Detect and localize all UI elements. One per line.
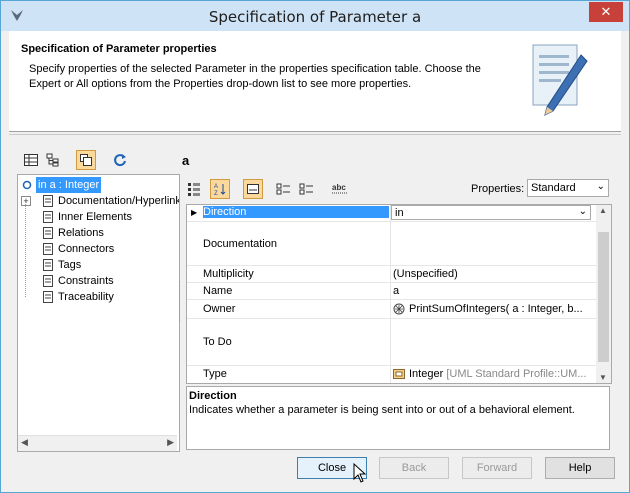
tree-item-label: Connectors — [58, 243, 115, 255]
pane-splitter[interactable] — [179, 281, 183, 321]
tree-item-label: Tags — [58, 259, 82, 271]
tree-item-label: Traceability — [58, 291, 114, 303]
property-grid: ▶ Direction in ⌄ Documentation Multiplic… — [186, 204, 612, 384]
property-name: To Do — [203, 336, 232, 348]
property-value[interactable]: Integer [UML Standard Profile::UM... — [409, 368, 595, 380]
properties-dropdown[interactable]: Standard ⌄ — [527, 179, 609, 197]
refresh-icon[interactable] — [110, 150, 130, 170]
property-row-multiplicity[interactable]: Multiplicity (Unspecified) — [187, 266, 597, 283]
description-box: Direction Indicates whether a parameter … — [186, 386, 610, 450]
forward-button[interactable]: Forward — [462, 457, 532, 479]
property-row-todo[interactable]: To Do — [187, 319, 597, 366]
help-button[interactable]: Help — [545, 457, 615, 479]
type-value: Integer — [409, 368, 444, 380]
tree-item-label: Inner Elements — [58, 211, 132, 223]
tree-item-label: Constraints — [58, 275, 114, 287]
parameter-icon — [22, 180, 32, 190]
document-pencil-icon — [532, 44, 588, 116]
property-row-documentation[interactable]: Documentation — [187, 222, 597, 266]
header-title: Specification of Parameter properties — [21, 43, 217, 55]
properties-panel: AZ abc Properties: Standard ⌄ ▶ Directio… — [184, 174, 614, 450]
expand-all-icon[interactable] — [274, 179, 294, 199]
specification-dialog: Specification of Parameter a ✕ Specifica… — [0, 0, 630, 493]
property-row-direction[interactable]: ▶ Direction in ⌄ — [187, 205, 597, 222]
scroll-thumb[interactable] — [598, 232, 609, 362]
properties-dropdown-value: Standard — [531, 182, 576, 194]
row-marker-icon: ▶ — [191, 208, 198, 217]
description-title: Direction — [189, 390, 237, 402]
element-name: a — [182, 153, 190, 168]
page-icon — [43, 195, 53, 207]
categorized-view-icon[interactable] — [184, 179, 204, 199]
property-name: Multiplicity — [203, 268, 254, 280]
tree-guide-line — [25, 201, 27, 297]
separator — [9, 134, 621, 135]
property-row-type[interactable]: Type Integer [UML Standard Profile::UM..… — [187, 366, 597, 382]
page-icon — [43, 227, 53, 239]
property-name: Direction — [203, 206, 389, 218]
show-description-icon[interactable] — [243, 179, 263, 199]
scroll-down-icon[interactable]: ▼ — [599, 373, 607, 382]
chevron-down-icon: ⌄ — [578, 206, 587, 217]
svg-text:A: A — [214, 184, 218, 190]
property-name: Documentation — [203, 238, 277, 250]
tree-item-label: Relations — [58, 227, 104, 239]
svg-text:abc: abc — [332, 183, 346, 192]
properties-label: Properties: — [471, 183, 525, 195]
page-icon — [43, 291, 53, 303]
tree-item-label: in a : Integer — [36, 177, 102, 193]
window-close-button[interactable]: ✕ — [589, 2, 623, 22]
page-icon — [43, 211, 53, 223]
direction-value: in — [395, 207, 404, 219]
tree-horizontal-scrollbar[interactable]: ◀ ▶ — [18, 435, 177, 451]
direction-dropdown[interactable]: in ⌄ — [391, 205, 591, 220]
collapse-all-icon[interactable] — [297, 179, 317, 199]
tree-icon[interactable] — [43, 150, 63, 170]
window-title: Specification of Parameter a — [208, 8, 422, 26]
tree-item-label: Documentation/Hyperlinks — [58, 195, 180, 207]
property-name: Owner — [203, 303, 236, 315]
header-panel: Specification of Parameter properties Sp… — [9, 31, 621, 132]
scroll-up-icon[interactable]: ▲ — [599, 206, 607, 215]
page-icon — [43, 243, 53, 255]
property-row-owner[interactable]: Owner PrintSumOfIntegers( a : Integer, b… — [187, 300, 597, 319]
sort-az-icon[interactable]: AZ — [210, 179, 230, 199]
header-description: Specify properties of the selected Param… — [29, 63, 481, 90]
title-bar: Specification of Parameter a ✕ — [1, 1, 629, 31]
property-row-name[interactable]: Name a — [187, 283, 597, 300]
chevron-down-icon: ⌄ — [596, 181, 605, 192]
description-text: Indicates whether a parameter is being s… — [189, 404, 575, 416]
page-icon — [43, 259, 53, 271]
grid-vertical-scrollbar[interactable]: ▲ ▼ — [596, 205, 611, 383]
back-button[interactable]: Back — [379, 457, 449, 479]
spell-check-icon[interactable]: abc — [330, 179, 350, 199]
property-value[interactable]: PrintSumOfIntegers( a : Integer, b... — [409, 303, 595, 315]
table-icon[interactable] — [21, 150, 41, 170]
datatype-icon — [393, 369, 405, 379]
svg-text:Z: Z — [214, 191, 218, 196]
operation-icon — [393, 303, 405, 315]
property-value[interactable]: (Unspecified) — [393, 268, 593, 280]
specification-tree[interactable]: in a : Integer + Documentation/Hyperlink… — [17, 174, 180, 452]
property-value[interactable]: a — [393, 285, 593, 297]
property-name: Name — [203, 285, 233, 297]
scroll-right-icon[interactable]: ▶ — [167, 437, 174, 448]
property-name: Type — [203, 368, 227, 380]
scroll-left-icon[interactable]: ◀ — [21, 437, 28, 448]
type-value-suffix: [UML Standard Profile::UM... — [446, 368, 587, 380]
mouse-cursor-icon — [353, 463, 367, 483]
copy-icon[interactable] — [76, 150, 96, 170]
page-icon — [43, 275, 53, 287]
